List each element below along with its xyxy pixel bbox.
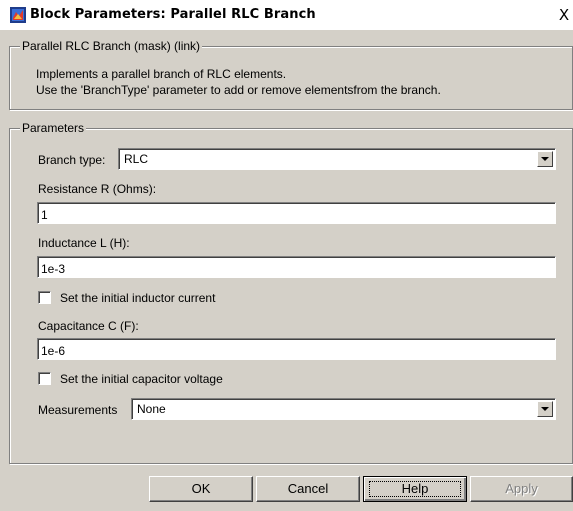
mask-description-group: Parallel RLC Branch (mask) (link) Implem… (9, 39, 573, 110)
inductance-label: Inductance L (H): (38, 236, 130, 250)
ok-button[interactable]: OK (149, 476, 253, 502)
capacitance-input[interactable] (37, 338, 556, 360)
chevron-down-icon[interactable] (537, 401, 553, 417)
inductor-current-label: Set the initial inductor current (60, 291, 216, 305)
inductor-current-checkbox[interactable] (38, 291, 51, 304)
description-line-1: Implements a parallel branch of RLC elem… (36, 67, 287, 81)
mask-group-legend: Parallel RLC Branch (mask) (link) (20, 39, 203, 53)
window-title: Block Parameters: Parallel RLC Branch (30, 7, 316, 22)
measurements-value: None (137, 402, 166, 416)
capacitance-label: Capacitance C (F): (38, 319, 139, 333)
cancel-button[interactable]: Cancel (256, 476, 360, 502)
capacitor-voltage-label: Set the initial capacitor voltage (60, 372, 223, 386)
capacitor-voltage-checkbox[interactable] (38, 372, 51, 385)
chevron-down-icon[interactable] (537, 151, 553, 167)
branch-type-select[interactable]: RLC (118, 148, 556, 170)
measurements-label: Measurements (38, 403, 118, 417)
simulink-block-icon (10, 7, 26, 23)
inductance-input[interactable] (37, 256, 556, 278)
help-button[interactable]: Help (363, 476, 467, 502)
close-button[interactable]: X (556, 6, 572, 24)
title-bar: Block Parameters: Parallel RLC Branch X (0, 0, 573, 30)
branch-type-value: RLC (124, 152, 149, 166)
parameters-group-legend: Parameters (20, 121, 87, 135)
resistance-label: Resistance R (Ohms): (38, 182, 157, 196)
apply-button[interactable]: Apply (470, 476, 573, 502)
branch-type-label: Branch type: (38, 153, 106, 167)
description-line-2: Use the 'BranchType' parameter to add or… (36, 83, 441, 97)
measurements-select[interactable]: None (131, 398, 556, 420)
help-button-label: Help (401, 481, 429, 496)
resistance-input[interactable] (37, 202, 556, 224)
